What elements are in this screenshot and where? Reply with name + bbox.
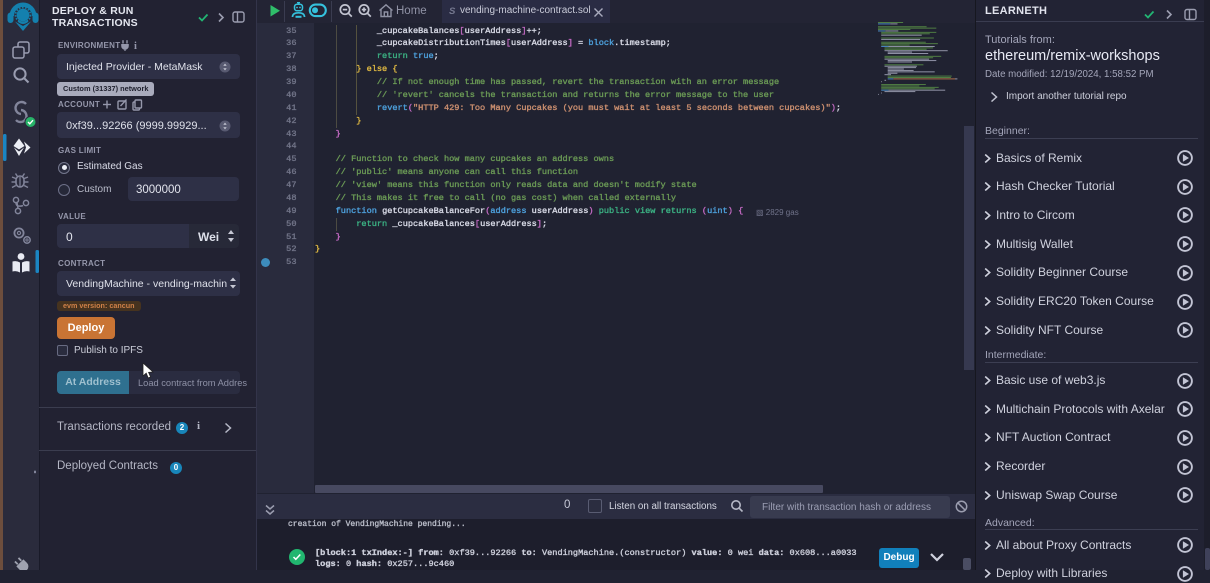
- svg-text:i: i: [134, 41, 137, 51]
